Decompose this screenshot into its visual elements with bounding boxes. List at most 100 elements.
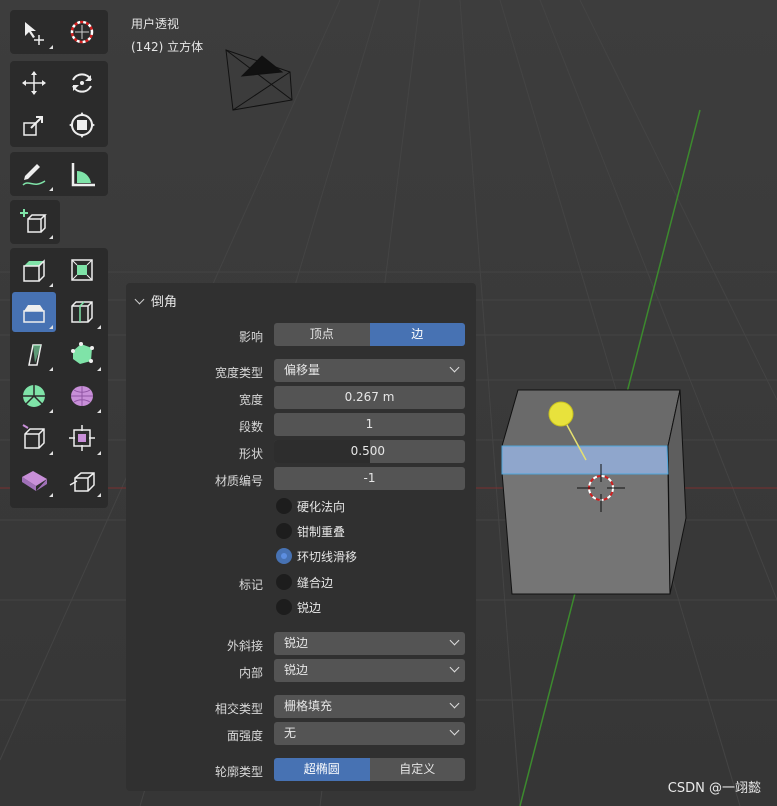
cube-object	[501, 389, 687, 595]
loop-cut-tool[interactable]	[60, 292, 104, 332]
smooth-tool[interactable]	[60, 376, 104, 416]
poly-build-icon	[71, 342, 94, 364]
transform-tool[interactable]	[60, 105, 104, 145]
shear-tool[interactable]	[12, 460, 56, 500]
inner-value: 锐边	[284, 663, 309, 677]
width-type-value: 偏移量	[284, 363, 321, 377]
extrude-tool[interactable]	[12, 250, 56, 290]
checkbox-indicator	[276, 523, 292, 539]
select-move-cursor-icon	[25, 22, 44, 45]
3d-cursor-icon	[70, 20, 94, 44]
rotate-icon	[72, 73, 92, 93]
segments-field[interactable]: 1	[274, 413, 465, 436]
shape-label: 形状	[238, 447, 263, 461]
rip-region-icon	[69, 472, 95, 492]
face-strength-value: 无	[284, 726, 297, 740]
intersection-dropdown[interactable]: 栅格填充	[274, 695, 465, 718]
smooth-vertices-icon	[71, 386, 93, 406]
inset-faces-icon	[71, 259, 93, 281]
measure-tool[interactable]	[60, 154, 104, 194]
chevron-down-icon	[449, 698, 460, 709]
move-arrows-icon	[22, 71, 46, 95]
toolbar-group-select	[10, 10, 108, 54]
affect-toggle: 顶点 边	[274, 323, 465, 346]
annotate-pencil-icon	[22, 164, 46, 186]
toolbar-group-annotate	[10, 152, 108, 196]
add-cube-icon	[20, 209, 47, 233]
shear-icon	[22, 471, 47, 491]
width-label: 宽度	[238, 393, 263, 407]
miter-outer-value: 锐边	[284, 636, 309, 650]
shrink-fatten-icon	[69, 425, 95, 451]
width-type-dropdown[interactable]: 偏移量	[274, 359, 465, 382]
loop-slide-label: 环切线滑移	[297, 550, 358, 564]
bevel-tool[interactable]	[12, 292, 56, 332]
knife-tool[interactable]	[12, 334, 56, 374]
width-field[interactable]: 0.267 m	[274, 386, 465, 409]
select-tool[interactable]	[12, 12, 56, 52]
intersection-value: 栅格填充	[284, 699, 333, 713]
inset-tool[interactable]	[60, 250, 104, 290]
segments-label: 段数	[238, 420, 263, 434]
panel-header[interactable]: 倒角	[134, 291, 178, 310]
annotate-tool[interactable]	[12, 154, 56, 194]
chevron-down-icon	[449, 635, 460, 646]
inner-label: 内部	[238, 666, 263, 680]
mark-seam-label: 缝合边	[297, 576, 334, 590]
miter-outer-label: 外斜接	[226, 639, 263, 653]
inner-dropdown[interactable]: 锐边	[274, 659, 465, 682]
affect-option-edges[interactable]: 边	[369, 323, 465, 346]
shape-slider[interactable]: 0.500	[274, 440, 465, 463]
chevron-down-icon	[134, 294, 145, 305]
toolbar-group-mesh-edit	[10, 248, 108, 508]
panel-title: 倒角	[151, 295, 178, 310]
spin-tool[interactable]	[12, 376, 56, 416]
chevron-down-icon	[449, 362, 460, 373]
view-name-label: 用户透视	[131, 17, 180, 31]
cursor-tool[interactable]	[60, 12, 104, 52]
shape-value: 0.500	[350, 444, 385, 458]
material-field[interactable]: -1	[274, 467, 465, 490]
profile-type-toggle: 超椭圆 自定义	[274, 758, 465, 781]
checkbox-indicator	[276, 498, 292, 514]
profile-option-custom[interactable]: 自定义	[369, 758, 465, 781]
miter-outer-dropdown[interactable]: 锐边	[274, 632, 465, 655]
object-info-label: (142) 立方体	[131, 40, 204, 54]
checkbox-indicator-checked	[276, 548, 292, 564]
toolbar-group-transform	[10, 61, 108, 147]
rotate-tool[interactable]	[60, 63, 104, 103]
scale-tool[interactable]	[12, 105, 56, 145]
loop-cut-icon	[71, 301, 93, 323]
move-tool[interactable]	[12, 63, 56, 103]
shrink-fatten-tool[interactable]	[60, 418, 104, 458]
face-strength-dropdown[interactable]: 无	[274, 722, 465, 745]
face-strength-label: 面强度	[226, 729, 263, 743]
material-label: 材质编号	[214, 474, 263, 488]
width-type-label: 宽度类型	[214, 366, 263, 380]
add-cube-tool[interactable]	[12, 202, 56, 242]
extrude-region-icon	[23, 259, 45, 282]
rip-region-tool[interactable]	[60, 460, 104, 500]
measure-ruler-icon	[71, 163, 95, 187]
toolbar-group-add	[10, 200, 60, 244]
knife-icon	[28, 344, 42, 366]
watermark: CSDN @一翊懿	[667, 781, 761, 796]
transform-icon	[69, 112, 95, 138]
bevel-icon	[23, 305, 45, 323]
scale-icon	[23, 116, 43, 136]
clamp-overlap-label: 钳制重叠	[297, 525, 346, 539]
checkbox-indicator	[276, 574, 292, 590]
edge-slide-icon	[22, 424, 45, 449]
affect-option-vertices[interactable]: 顶点	[274, 323, 370, 346]
edge-slide-tool[interactable]	[12, 418, 56, 458]
profile-type-label: 轮廓类型	[214, 765, 263, 779]
intersection-label: 相交类型	[214, 702, 263, 716]
profile-option-superellipse[interactable]: 超椭圆	[274, 758, 370, 781]
mark-label: 标记	[238, 578, 263, 592]
affect-label: 影响	[238, 330, 263, 344]
chevron-down-icon	[449, 662, 460, 673]
spin-icon	[23, 385, 45, 407]
poly-build-tool[interactable]	[60, 334, 104, 374]
checkbox-indicator	[276, 599, 292, 615]
chevron-down-icon	[449, 725, 460, 736]
